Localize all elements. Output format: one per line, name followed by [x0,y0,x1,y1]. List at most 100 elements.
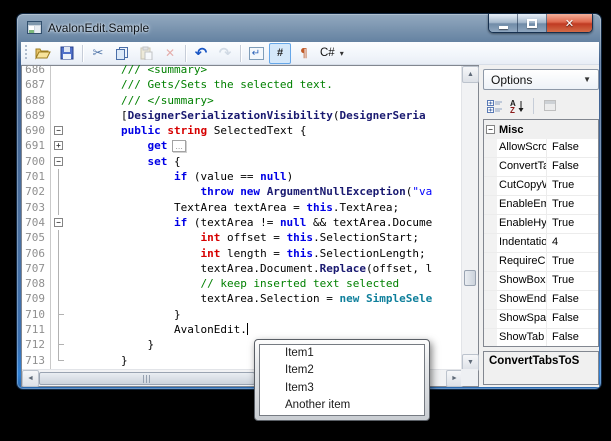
code-line-711[interactable]: 711 AvalonEdit. [23,322,461,337]
property-row-showend[interactable]: ShowEndFalse [484,291,598,310]
collapse-icon[interactable]: − [486,125,495,134]
property-row-enableem[interactable]: EnableEmTrue [484,196,598,215]
code-line-700[interactable]: 700− set { [23,154,461,169]
property-value[interactable]: 4 [547,234,598,252]
fold-box[interactable]: + [54,141,63,150]
property-row-showspa[interactable]: ShowSpaFalse [484,310,598,329]
property-value[interactable]: True [547,177,598,195]
alphabetical-sort-button[interactable]: AZ [506,95,529,116]
scroll-left-icon[interactable]: ◄ [22,370,39,387]
scroll-up-icon[interactable]: ▲ [462,66,479,83]
property-row-allowscro[interactable]: AllowScroFalse [484,139,598,158]
titlebar[interactable]: AvalonEdit.Sample ✕ [17,14,601,42]
code-text: TextArea textArea = this.TextArea; [68,200,399,215]
undo-button[interactable]: ↶ [190,43,212,64]
completion-item[interactable]: Item2 [260,362,424,379]
fold-margin [50,337,68,352]
property-value[interactable]: False [547,310,598,328]
line-number: 705 [23,230,50,245]
copy-button[interactable] [111,43,133,64]
cut-button[interactable]: ✂ [87,43,109,64]
fold-margin [50,291,68,306]
collapsed-region-box[interactable]: ... [172,140,186,152]
options-dropdown[interactable]: Options ▼ [483,69,599,90]
code-line-705[interactable]: 705 int offset = this.SelectionStart; [23,230,461,245]
code-line-686[interactable]: 686 /// <summary> [23,62,461,77]
property-row-cutcopyw[interactable]: CutCopyWTrue [484,177,598,196]
completion-item[interactable]: Item1 [260,345,424,362]
code-line-687[interactable]: 687 /// Gets/Sets the selected text. [23,77,461,92]
code-text: } [68,337,154,352]
fold-collapse-icon[interactable]: − [50,154,68,169]
property-value[interactable]: True [547,272,598,290]
property-value[interactable]: False [547,291,598,309]
completion-item[interactable]: Another item [260,397,424,414]
fold-margin [50,353,68,368]
scrollbar-corner [461,369,478,386]
save-button[interactable] [56,43,78,64]
fold-expand-icon[interactable]: + [50,138,68,153]
line-number: 690 [23,123,50,138]
property-value[interactable]: False [547,158,598,176]
fold-collapse-icon[interactable]: − [50,215,68,230]
property-row-enablehy[interactable]: EnableHyTrue [484,215,598,234]
minimize-button[interactable] [489,14,518,33]
fold-box[interactable]: − [54,218,63,227]
code-line-704[interactable]: 704− if (textArea != null && textArea.Do… [23,215,461,230]
property-name: Indentatio [484,234,547,252]
property-grid[interactable]: − Misc AllowScroFalseConvertTaFalseCutCo… [483,119,599,347]
vertical-scroll-thumb[interactable] [464,270,476,286]
code-line-689[interactable]: 689 [DesignerSerializationVisibility(Des… [23,108,461,123]
line-numbers-button[interactable]: # [269,43,291,64]
paste-button[interactable] [135,43,157,64]
property-name: RequireCo [484,253,547,271]
delete-button[interactable]: ✕ [159,43,181,64]
code-line-701[interactable]: 701 if (value == null) [23,169,461,184]
open-button[interactable] [32,43,54,64]
client-area: ✂ ✕ ↶ ↷ ↵#¶C#▾ 686 /// <summary>687 /// Gets… [21,42,599,387]
property-value[interactable]: True [547,196,598,214]
code-line-707[interactable]: 707 textArea.Document.Replace(offset, l [23,261,461,276]
code-line-706[interactable]: 706 int length = this.SelectionLength; [23,246,461,261]
property-row-showtab[interactable]: ShowTabFalse [484,329,598,347]
property-row-indentatio[interactable]: Indentatio4 [484,234,598,253]
property-pages-button[interactable] [538,95,561,116]
fold-margin [50,200,68,215]
delete-icon: ✕ [165,46,175,60]
fold-collapse-icon[interactable]: − [50,123,68,138]
redo-button[interactable]: ↷ [214,43,236,64]
undo-icon: ↶ [195,44,208,62]
code-line-708[interactable]: 708 // keep inserted text selected [23,276,461,291]
fold-box[interactable]: − [54,157,63,166]
close-button[interactable]: ✕ [547,14,592,33]
code-line-703[interactable]: 703 TextArea textArea = this.TextArea; [23,200,461,215]
property-row-convertta[interactable]: ConvertTaFalse [484,158,598,177]
completion-item[interactable]: Item3 [260,380,424,397]
property-value[interactable]: False [547,329,598,347]
code-line-690[interactable]: 690− public string SelectedText { [23,123,461,138]
code-line-691[interactable]: 691+ get... [23,138,461,153]
syntax-select-button[interactable]: C#▾ [317,43,347,64]
property-value[interactable]: False [547,139,598,157]
property-row-requireco[interactable]: RequireCoTrue [484,253,598,272]
code-viewport[interactable]: 686 /// <summary>687 /// Gets/Sets the s… [23,62,461,374]
code-line-709[interactable]: 709 textArea.Selection = new SimpleSele [23,291,461,306]
toolbar-grip[interactable] [25,45,27,61]
categorized-view-button[interactable] [483,95,506,116]
code-line-702[interactable]: 702 throw new ArgumentNullException("va [23,184,461,199]
word-wrap-button[interactable]: ↵ [245,43,267,64]
maximize-button[interactable] [518,14,547,33]
editor-vertical-scrollbar[interactable]: ▲ ▼ [461,66,478,371]
code-line-710[interactable]: 710 } [23,307,461,322]
category-row-misc[interactable]: − Misc [484,120,598,139]
line-number: 700 [23,154,50,169]
property-row-showbox[interactable]: ShowBoxTrue [484,272,598,291]
gutter-separator [50,66,51,369]
property-value[interactable]: True [547,253,598,271]
horizontal-scroll-thumb[interactable] [39,372,255,385]
property-value[interactable]: True [547,215,598,233]
completion-list[interactable]: Item1Item2Item3Another item [259,344,425,416]
show-end-of-line-button[interactable]: ¶ [293,43,315,64]
code-line-688[interactable]: 688 /// </summary> [23,93,461,108]
fold-box[interactable]: − [54,126,63,135]
